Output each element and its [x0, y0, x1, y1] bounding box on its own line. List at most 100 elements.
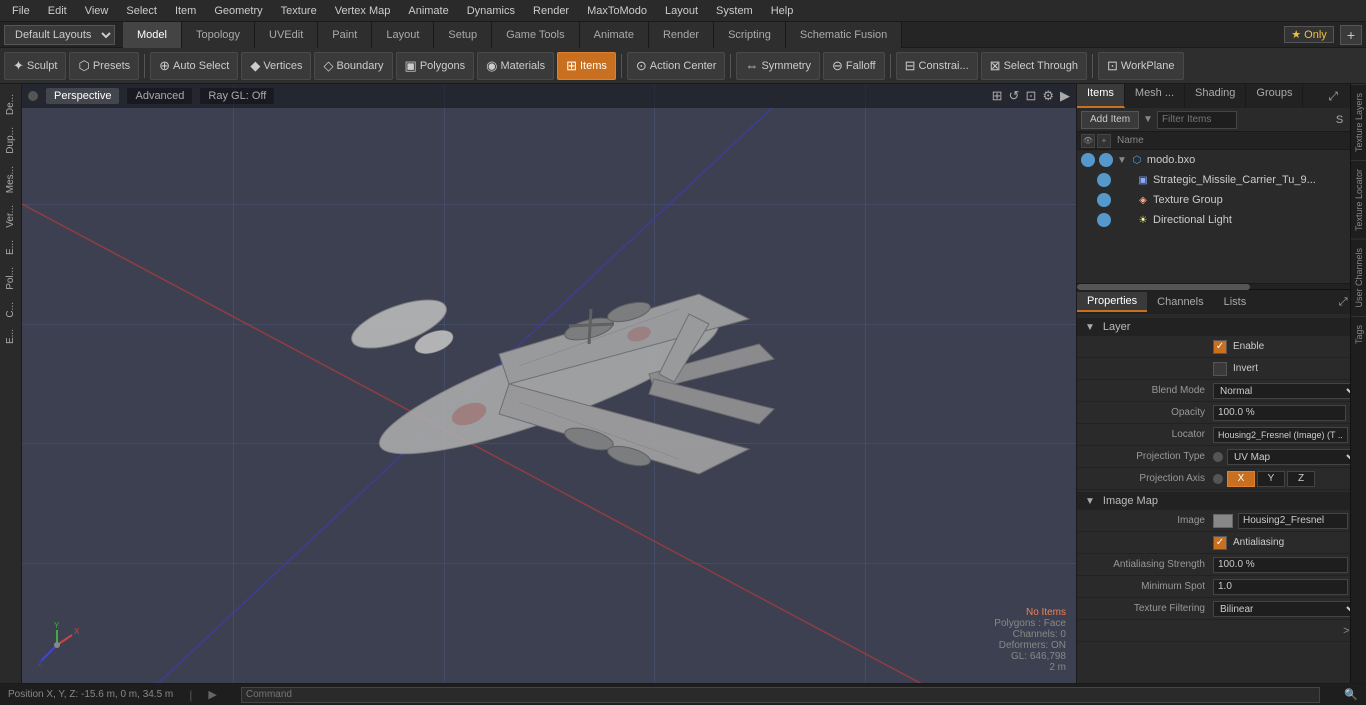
viewport-icon-frame[interactable]: ⊡ [1025, 88, 1036, 104]
layout-tab-render[interactable]: Render [649, 22, 714, 48]
opacity-input[interactable] [1213, 405, 1346, 421]
vtab-texture-locator[interactable]: Texture Locator [1351, 160, 1366, 239]
items-tab-shading[interactable]: Shading [1185, 84, 1246, 108]
vtab-texture-layers[interactable]: Texture Layers [1351, 84, 1366, 160]
viewport-icon-settings[interactable]: ⚙ [1042, 88, 1054, 104]
item-name[interactable]: Strategic_Missile_Carrier_Tu_9... [1153, 174, 1316, 186]
layout-tab-layout[interactable]: Layout [372, 22, 434, 48]
menu-geometry[interactable]: Geometry [206, 3, 270, 19]
axis-x-input[interactable] [1227, 471, 1255, 487]
viewport-icon-play[interactable]: ▶ [1060, 88, 1070, 104]
layout-tab-topology[interactable]: Topology [182, 22, 255, 48]
add-layout-button[interactable]: + [1340, 25, 1362, 45]
item-name[interactable]: modo.bxo [1147, 154, 1195, 166]
invert-checkbox[interactable] [1213, 362, 1227, 376]
presets-button[interactable]: ⬡ Presets [69, 52, 139, 80]
props-tab-lists[interactable]: Lists [1214, 293, 1257, 311]
menu-vertex-map[interactable]: Vertex Map [327, 3, 399, 19]
vtab-user-channels[interactable]: User Channels [1351, 239, 1366, 316]
list-item[interactable]: ☀ Directional Light [1093, 210, 1366, 230]
sculpt-button[interactable]: ✦ Sculpt [4, 52, 66, 80]
item-visibility[interactable] [1097, 173, 1111, 187]
item-visibility[interactable] [1081, 153, 1095, 167]
menu-select[interactable]: Select [118, 3, 165, 19]
proj-type-icon[interactable] [1213, 452, 1223, 462]
auto-select-button[interactable]: ⊕ Auto Select [150, 52, 238, 80]
menu-texture[interactable]: Texture [273, 3, 325, 19]
materials-button[interactable]: ◉ Materials [477, 52, 554, 80]
layout-tab-gametools[interactable]: Game Tools [492, 22, 580, 48]
items-button[interactable]: ⊞ Items [557, 52, 616, 80]
viewport-icon-grid[interactable]: ⊞ [992, 88, 1003, 104]
menu-item[interactable]: Item [167, 3, 204, 19]
items-tab-groups[interactable]: Groups [1246, 84, 1303, 108]
list-item[interactable]: ◈ Texture Group [1093, 190, 1366, 210]
menu-render[interactable]: Render [525, 3, 577, 19]
layout-tab-scripting[interactable]: Scripting [714, 22, 786, 48]
item-visibility[interactable] [1097, 213, 1111, 227]
vtab-tags[interactable]: Tags [1351, 316, 1366, 352]
left-tab-mesh[interactable]: Mes... [2, 160, 19, 199]
locator-input[interactable] [1213, 427, 1348, 443]
status-arrow-icon[interactable]: ▶ [208, 688, 216, 701]
item-expand-arrow[interactable]: ▼ [1117, 155, 1127, 166]
left-tab-c[interactable]: C... [2, 296, 19, 324]
layout-tab-paint[interactable]: Paint [318, 22, 372, 48]
select-through-button[interactable]: ⊠ Select Through [981, 52, 1087, 80]
col-eye-icon[interactable]: 👁 [1081, 134, 1095, 148]
aa-strength-input[interactable] [1213, 557, 1348, 573]
image-map-expand-icon[interactable]: ▼ [1085, 496, 1095, 507]
items-tab-items[interactable]: Items [1077, 84, 1125, 108]
axis-z-input[interactable] [1287, 471, 1315, 487]
menu-maxtomodo[interactable]: MaxToModo [579, 3, 655, 19]
menu-file[interactable]: File [4, 3, 38, 19]
layout-tab-schematic[interactable]: Schematic Fusion [786, 22, 902, 48]
action-center-button[interactable]: ⊙ Action Center [627, 52, 726, 80]
left-tab-e2[interactable]: E... [2, 323, 19, 350]
left-tab-pol[interactable]: Pol... [2, 261, 19, 296]
left-tab-e[interactable]: E... [2, 234, 19, 261]
layout-tab-model[interactable]: Model [123, 22, 182, 48]
menu-dynamics[interactable]: Dynamics [459, 3, 523, 19]
axis-y-input[interactable] [1257, 471, 1285, 487]
constrai-button[interactable]: ⊟ Constrai... [896, 52, 978, 80]
list-item[interactable]: ▣ Strategic_Missile_Carrier_Tu_9... [1093, 170, 1366, 190]
left-tab-de[interactable]: De... [2, 88, 19, 121]
item-visibility2[interactable] [1099, 153, 1113, 167]
viewport-tab-perspective[interactable]: Perspective [46, 88, 119, 104]
menu-view[interactable]: View [77, 3, 117, 19]
command-input[interactable] [241, 687, 1320, 703]
props-tab-properties[interactable]: Properties [1077, 292, 1147, 312]
vertices-button[interactable]: ◆ Vertices [241, 52, 311, 80]
col-plus-icon[interactable]: + [1097, 134, 1111, 148]
viewport-icon-rotate[interactable]: ↺ [1009, 88, 1020, 104]
symmetry-button[interactable]: ⇔ Symmetry [736, 52, 820, 80]
antialiasing-checkbox[interactable]: ✓ [1213, 536, 1227, 550]
items-s-icon[interactable]: S [1333, 113, 1346, 127]
item-name[interactable]: Directional Light [1153, 214, 1232, 226]
dropdown-arrow[interactable]: ▼ [1143, 114, 1153, 125]
add-item-button[interactable]: Add Item [1081, 111, 1139, 129]
list-item[interactable]: ▼ ⬡ modo.bxo [1077, 150, 1366, 170]
image-input[interactable] [1238, 513, 1348, 529]
viewport-dot[interactable] [28, 91, 38, 101]
left-tab-dup[interactable]: Dup... [2, 121, 19, 160]
layout-tab-uvedit[interactable]: UVEdit [255, 22, 318, 48]
status-search-icon[interactable]: 🔍 [1344, 688, 1358, 701]
viewport[interactable]: Perspective Advanced Ray GL: Off ⊞ ↺ ⊡ ⚙… [22, 84, 1076, 683]
layout-tab-animate[interactable]: Animate [580, 22, 649, 48]
projection-type-select[interactable]: UV Map [1227, 449, 1360, 465]
menu-help[interactable]: Help [763, 3, 802, 19]
boundary-button[interactable]: ◇ Boundary [314, 52, 392, 80]
blend-mode-select[interactable]: Normal [1213, 383, 1360, 399]
left-tab-ver[interactable]: Ver... [2, 199, 19, 234]
filter-items-input[interactable] [1157, 111, 1237, 129]
polygons-button[interactable]: ▣ Polygons [396, 52, 475, 80]
item-visibility[interactable] [1097, 193, 1111, 207]
section-expand-icon[interactable]: ▼ [1085, 322, 1095, 333]
min-spot-input[interactable] [1213, 579, 1348, 595]
menu-system[interactable]: System [708, 3, 761, 19]
menu-edit[interactable]: Edit [40, 3, 75, 19]
enable-checkbox[interactable]: ✓ [1213, 340, 1227, 354]
props-tab-channels[interactable]: Channels [1147, 293, 1213, 311]
